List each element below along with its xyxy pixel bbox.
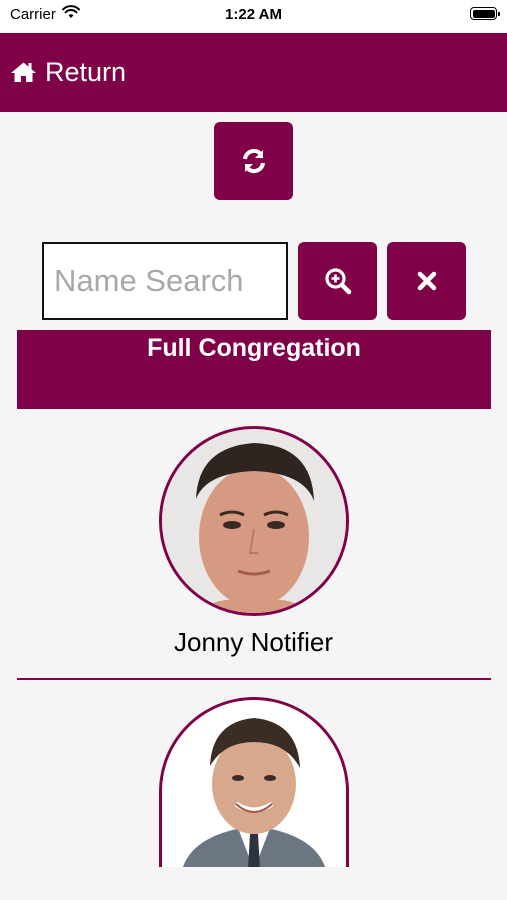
return-label: Return <box>45 57 127 87</box>
name-search-input[interactable] <box>42 242 288 320</box>
search-button[interactable] <box>298 242 377 320</box>
member-name: Jonny Notifier <box>174 627 333 657</box>
status-time: 1:22 AM <box>225 6 282 23</box>
close-icon <box>417 271 436 291</box>
return-button[interactable]: Return <box>10 57 126 87</box>
avatar[interactable] <box>159 697 349 867</box>
refresh-icon <box>242 148 265 174</box>
filter-label: Full Congregation <box>147 334 361 362</box>
status-bar: Carrier 1:22 AM <box>0 0 507 32</box>
refresh-button[interactable] <box>214 122 293 200</box>
divider <box>17 678 491 680</box>
zoom-in-icon <box>324 268 351 295</box>
battery-icon <box>470 7 500 20</box>
nav-bar: Return <box>0 33 507 112</box>
clear-search-button[interactable] <box>387 242 466 320</box>
avatar-photo <box>162 700 346 867</box>
home-icon <box>11 62 36 82</box>
full-congregation-button[interactable]: Full Congregation <box>17 330 491 409</box>
avatar[interactable] <box>159 426 349 616</box>
avatar-photo <box>162 429 346 613</box>
